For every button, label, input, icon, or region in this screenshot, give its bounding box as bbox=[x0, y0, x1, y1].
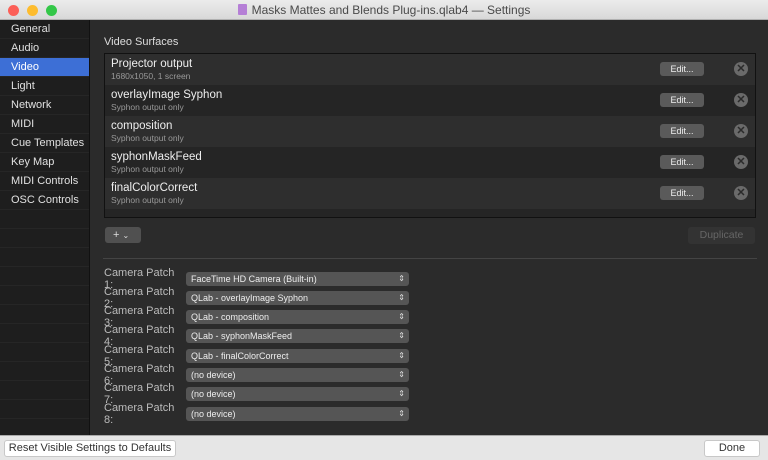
surface-name: Projector output bbox=[111, 58, 755, 70]
camera-patch-value: FaceTime HD Camera (Built-in) bbox=[191, 274, 317, 284]
camera-patch-row: Camera Patch 8: (no device)⇕ bbox=[104, 406, 409, 421]
surface-row[interactable]: composition Syphon output only Edit... ✕ bbox=[105, 116, 755, 147]
edit-surface-button[interactable]: Edit... bbox=[660, 155, 704, 169]
surface-detail: Syphon output only bbox=[111, 133, 755, 143]
surface-name: overlayImage Syphon bbox=[111, 89, 755, 101]
camera-patch-row: Camera Patch 3: QLab - composition⇕ bbox=[104, 310, 409, 325]
sidebar-empty-row bbox=[0, 248, 89, 267]
zoom-window-button[interactable] bbox=[46, 5, 57, 16]
camera-patch-row: Camera Patch 5: QLab - finalColorCorrect… bbox=[104, 348, 409, 363]
camera-patch-label: Camera Patch 8: bbox=[104, 402, 186, 426]
sidebar-item-osc-controls[interactable]: OSC Controls bbox=[0, 191, 89, 210]
footer: Reset Visible Settings to Defaults Done bbox=[0, 435, 768, 460]
surface-row[interactable]: finalColorCorrect Syphon output only Edi… bbox=[105, 178, 755, 209]
sidebar-empty-row bbox=[0, 400, 89, 419]
document-icon bbox=[238, 4, 247, 15]
camera-patch-select[interactable]: QLab - syphonMaskFeed ⇕ bbox=[186, 329, 409, 343]
updown-chevron-icon: ⇕ bbox=[398, 310, 405, 324]
surface-name: finalColorCorrect bbox=[111, 182, 755, 194]
title-bar: Masks Mattes and Blends Plug-ins.qlab4 —… bbox=[0, 0, 768, 20]
video-surfaces-list: Projector output 1680x1050, 1 screen Edi… bbox=[104, 53, 756, 218]
camera-patch-value: QLab - composition bbox=[191, 312, 269, 322]
camera-patch-select[interactable]: QLab - overlayImage Syphon ⇕ bbox=[186, 291, 409, 305]
delete-surface-icon[interactable]: ✕ bbox=[734, 186, 748, 200]
sidebar-empty-row bbox=[0, 324, 89, 343]
surface-detail: 1680x1050, 1 screen bbox=[111, 71, 755, 81]
sidebar-empty-row bbox=[0, 305, 89, 324]
updown-chevron-icon: ⇕ bbox=[398, 368, 405, 382]
updown-chevron-icon: ⇕ bbox=[398, 349, 405, 363]
updown-chevron-icon: ⇕ bbox=[398, 272, 405, 286]
camera-patch-row: Camera Patch 4: QLab - syphonMaskFeed⇕ bbox=[104, 329, 409, 344]
surface-detail: Syphon output only bbox=[111, 102, 755, 112]
delete-surface-icon[interactable]: ✕ bbox=[734, 62, 748, 76]
sidebar-empty-row bbox=[0, 381, 89, 400]
updown-chevron-icon: ⇕ bbox=[398, 291, 405, 305]
camera-patch-select[interactable]: QLab - finalColorCorrect ⇕ bbox=[186, 349, 409, 363]
duplicate-button[interactable]: Duplicate bbox=[688, 227, 755, 244]
divider bbox=[103, 258, 757, 259]
sidebar-item-midi-controls[interactable]: MIDI Controls bbox=[0, 172, 89, 191]
delete-surface-icon[interactable]: ✕ bbox=[734, 93, 748, 107]
updown-chevron-icon: ⇕ bbox=[398, 329, 405, 343]
sidebar-item-light[interactable]: Light bbox=[0, 77, 89, 96]
surface-name: syphonMaskFeed bbox=[111, 151, 755, 163]
surface-detail: Syphon output only bbox=[111, 195, 755, 205]
sidebar-item-audio[interactable]: Audio bbox=[0, 39, 89, 58]
plus-icon: + bbox=[113, 229, 119, 241]
camera-patch-row: Camera Patch 1: FaceTime HD Camera (Buil… bbox=[104, 271, 409, 286]
add-surface-button[interactable]: + ⌄ bbox=[105, 227, 141, 243]
surface-row[interactable]: syphonMaskFeed Syphon output only Edit..… bbox=[105, 147, 755, 178]
camera-patch-value: (no device) bbox=[191, 370, 236, 380]
camera-patch-value: QLab - finalColorCorrect bbox=[191, 351, 289, 361]
surface-row[interactable]: overlayImage Syphon Syphon output only E… bbox=[105, 85, 755, 116]
camera-patch-select[interactable]: (no device) ⇕ bbox=[186, 387, 409, 401]
sidebar-item-network[interactable]: Network bbox=[0, 96, 89, 115]
sidebar-item-cue-templates[interactable]: Cue Templates bbox=[0, 134, 89, 153]
reset-defaults-button[interactable]: Reset Visible Settings to Defaults bbox=[4, 440, 176, 457]
updown-chevron-icon: ⇕ bbox=[398, 407, 405, 421]
delete-surface-icon[interactable]: ✕ bbox=[734, 155, 748, 169]
minimize-window-button[interactable] bbox=[27, 5, 38, 16]
sidebar-empty-row bbox=[0, 267, 89, 286]
sidebar-empty-row bbox=[0, 229, 89, 248]
edit-surface-button[interactable]: Edit... bbox=[660, 186, 704, 200]
camera-patch-select[interactable]: FaceTime HD Camera (Built-in) ⇕ bbox=[186, 272, 409, 286]
edit-surface-button[interactable]: Edit... bbox=[660, 62, 704, 76]
video-settings-panel: Video Surfaces Projector output 1680x105… bbox=[91, 20, 768, 435]
camera-patch-select[interactable]: QLab - composition ⇕ bbox=[186, 310, 409, 324]
edit-surface-button[interactable]: Edit... bbox=[660, 124, 704, 138]
surface-name: composition bbox=[111, 120, 755, 132]
sidebar-empty-row bbox=[0, 362, 89, 381]
camera-patch-select[interactable]: (no device) ⇕ bbox=[186, 368, 409, 382]
video-surfaces-heading: Video Surfaces bbox=[104, 36, 178, 48]
camera-patch-value: QLab - syphonMaskFeed bbox=[191, 331, 292, 341]
sidebar-item-general[interactable]: General bbox=[0, 20, 89, 39]
camera-patch-value: (no device) bbox=[191, 409, 236, 419]
surface-row[interactable]: Projector output 1680x1050, 1 screen Edi… bbox=[105, 54, 755, 85]
camera-patch-row: Camera Patch 6: (no device)⇕ bbox=[104, 368, 409, 383]
updown-chevron-icon: ⇕ bbox=[398, 387, 405, 401]
chevron-down-icon: ⌄ bbox=[123, 231, 130, 240]
settings-sidebar: GeneralAudioVideoLightNetworkMIDICue Tem… bbox=[0, 20, 90, 435]
window-title: Masks Mattes and Blends Plug-ins.qlab4 —… bbox=[252, 3, 531, 17]
done-button[interactable]: Done bbox=[704, 440, 760, 457]
sidebar-empty-row bbox=[0, 286, 89, 305]
sidebar-item-key-map[interactable]: Key Map bbox=[0, 153, 89, 172]
sidebar-item-midi[interactable]: MIDI bbox=[0, 115, 89, 134]
sidebar-item-video[interactable]: Video bbox=[0, 58, 89, 77]
camera-patch-row: Camera Patch 2: QLab - overlayImage Syph… bbox=[104, 290, 409, 305]
camera-patch-value: (no device) bbox=[191, 389, 236, 399]
edit-surface-button[interactable]: Edit... bbox=[660, 93, 704, 107]
delete-surface-icon[interactable]: ✕ bbox=[734, 124, 748, 138]
close-window-button[interactable] bbox=[8, 5, 19, 16]
surface-detail: Syphon output only bbox=[111, 164, 755, 174]
camera-patch-row: Camera Patch 7: (no device)⇕ bbox=[104, 387, 409, 402]
sidebar-empty-row bbox=[0, 343, 89, 362]
camera-patch-select[interactable]: (no device) ⇕ bbox=[186, 407, 409, 421]
camera-patch-value: QLab - overlayImage Syphon bbox=[191, 293, 308, 303]
sidebar-empty-row bbox=[0, 210, 89, 229]
